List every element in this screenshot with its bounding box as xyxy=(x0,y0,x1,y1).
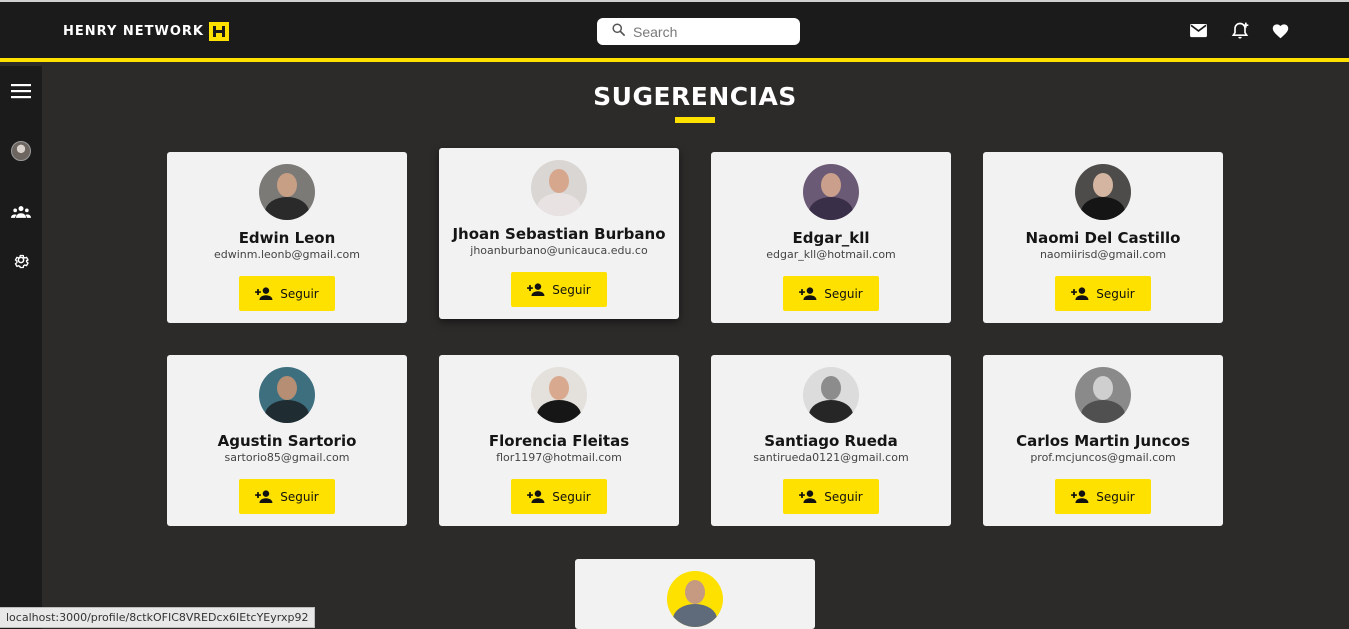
suggestion-card xyxy=(575,559,815,629)
follow-label: Seguir xyxy=(824,489,863,504)
henry-logo-icon xyxy=(208,21,229,41)
person-add-icon xyxy=(1071,287,1089,300)
search-input[interactable] xyxy=(633,23,783,40)
person-add-icon xyxy=(527,490,545,503)
search-icon xyxy=(611,22,626,42)
group-icon[interactable] xyxy=(10,201,32,223)
suggestion-card: Edgar_kll edgar_kll@hotmail.com Seguir xyxy=(711,152,951,323)
brand[interactable]: HENRY NETWORK xyxy=(63,21,229,41)
avatar[interactable] xyxy=(803,164,859,220)
top-actions xyxy=(1188,20,1291,41)
avatar[interactable] xyxy=(531,367,587,423)
suggestion-card: Santiago Rueda santirueda0121@gmail.com … xyxy=(711,355,951,526)
suggestion-card: Carlos Martin Juncos prof.mcjuncos@gmail… xyxy=(983,355,1223,526)
follow-button[interactable]: Seguir xyxy=(239,479,335,514)
person-add-icon xyxy=(527,283,545,296)
follow-label: Seguir xyxy=(552,489,591,504)
user-email: santirueda0121@gmail.com xyxy=(753,451,909,464)
notification-add-icon[interactable] xyxy=(1229,20,1250,41)
user-email: flor1197@hotmail.com xyxy=(496,451,622,464)
avatar[interactable] xyxy=(1075,367,1131,423)
suggestion-card: Jhoan Sebastian Burbano jhoanburbano@uni… xyxy=(439,148,679,319)
avatar[interactable] xyxy=(259,367,315,423)
user-name[interactable]: Florencia Fleitas xyxy=(439,432,679,450)
title-underline xyxy=(675,117,715,123)
follow-label: Seguir xyxy=(824,286,863,301)
user-email: jhoanburbano@unicauca.edu.co xyxy=(470,244,648,257)
status-url: localhost:3000/profile/8ctkOFIC8VREDcx6I… xyxy=(0,607,316,628)
user-name[interactable]: Naomi Del Castillo xyxy=(983,229,1223,247)
follow-button[interactable]: Seguir xyxy=(1055,479,1151,514)
user-name[interactable]: Agustin Sartorio xyxy=(167,432,407,450)
avatar xyxy=(11,141,31,161)
suggestion-card: Naomi Del Castillo naomiirisd@gmail.com … xyxy=(983,152,1223,323)
person-add-icon xyxy=(799,287,817,300)
user-name[interactable]: Edgar_kll xyxy=(711,229,951,247)
person-add-icon xyxy=(799,490,817,503)
user-email: prof.mcjuncos@gmail.com xyxy=(1030,451,1176,464)
follow-label: Seguir xyxy=(280,286,319,301)
follow-button[interactable]: Seguir xyxy=(511,272,607,307)
user-email: edwinm.leonb@gmail.com xyxy=(213,248,361,261)
follow-label: Seguir xyxy=(1096,489,1135,504)
follow-label: Seguir xyxy=(1096,286,1135,301)
brand-name: HENRY NETWORK xyxy=(63,23,204,39)
follow-button[interactable]: Seguir xyxy=(783,276,879,311)
suggestion-card: Florencia Fleitas flor1197@hotmail.com S… xyxy=(439,355,679,526)
user-email: naomiirisd@gmail.com xyxy=(1039,248,1167,261)
user-name[interactable]: Santiago Rueda xyxy=(711,432,951,450)
avatar[interactable] xyxy=(531,160,587,216)
user-email: edgar_kll@hotmail.com xyxy=(766,248,896,261)
user-name[interactable]: Jhoan Sebastian Burbano xyxy=(439,225,679,243)
follow-button[interactable]: Seguir xyxy=(783,479,879,514)
sidebar-profile-avatar[interactable] xyxy=(10,140,32,162)
avatar[interactable] xyxy=(803,367,859,423)
avatar[interactable] xyxy=(1075,164,1131,220)
user-email: sartorio85@gmail.com xyxy=(224,451,350,464)
avatar[interactable] xyxy=(667,571,723,627)
top-navigation-bar: HENRY NETWORK xyxy=(0,0,1349,62)
user-name[interactable]: Edwin Leon xyxy=(167,229,407,247)
settings-icon[interactable] xyxy=(10,249,32,271)
search-box[interactable] xyxy=(597,18,800,45)
top-edge xyxy=(0,0,1349,2)
person-add-icon xyxy=(255,287,273,300)
page-title: SUGERENCIAS xyxy=(593,82,797,111)
sidebar xyxy=(0,66,42,629)
follow-button[interactable]: Seguir xyxy=(239,276,335,311)
person-add-icon xyxy=(255,490,273,503)
follow-button[interactable]: Seguir xyxy=(511,479,607,514)
follow-button[interactable]: Seguir xyxy=(1055,276,1151,311)
suggestion-card: Agustin Sartorio sartorio85@gmail.com Se… xyxy=(167,355,407,526)
avatar[interactable] xyxy=(259,164,315,220)
user-name[interactable]: Carlos Martin Juncos xyxy=(983,432,1223,450)
heart-icon[interactable] xyxy=(1270,20,1291,41)
person-add-icon xyxy=(1071,490,1089,503)
follow-label: Seguir xyxy=(280,489,319,504)
mail-icon[interactable] xyxy=(1188,20,1209,41)
suggestion-card: Edwin Leon edwinm.leonb@gmail.com Seguir xyxy=(167,152,407,323)
follow-label: Seguir xyxy=(552,282,591,297)
